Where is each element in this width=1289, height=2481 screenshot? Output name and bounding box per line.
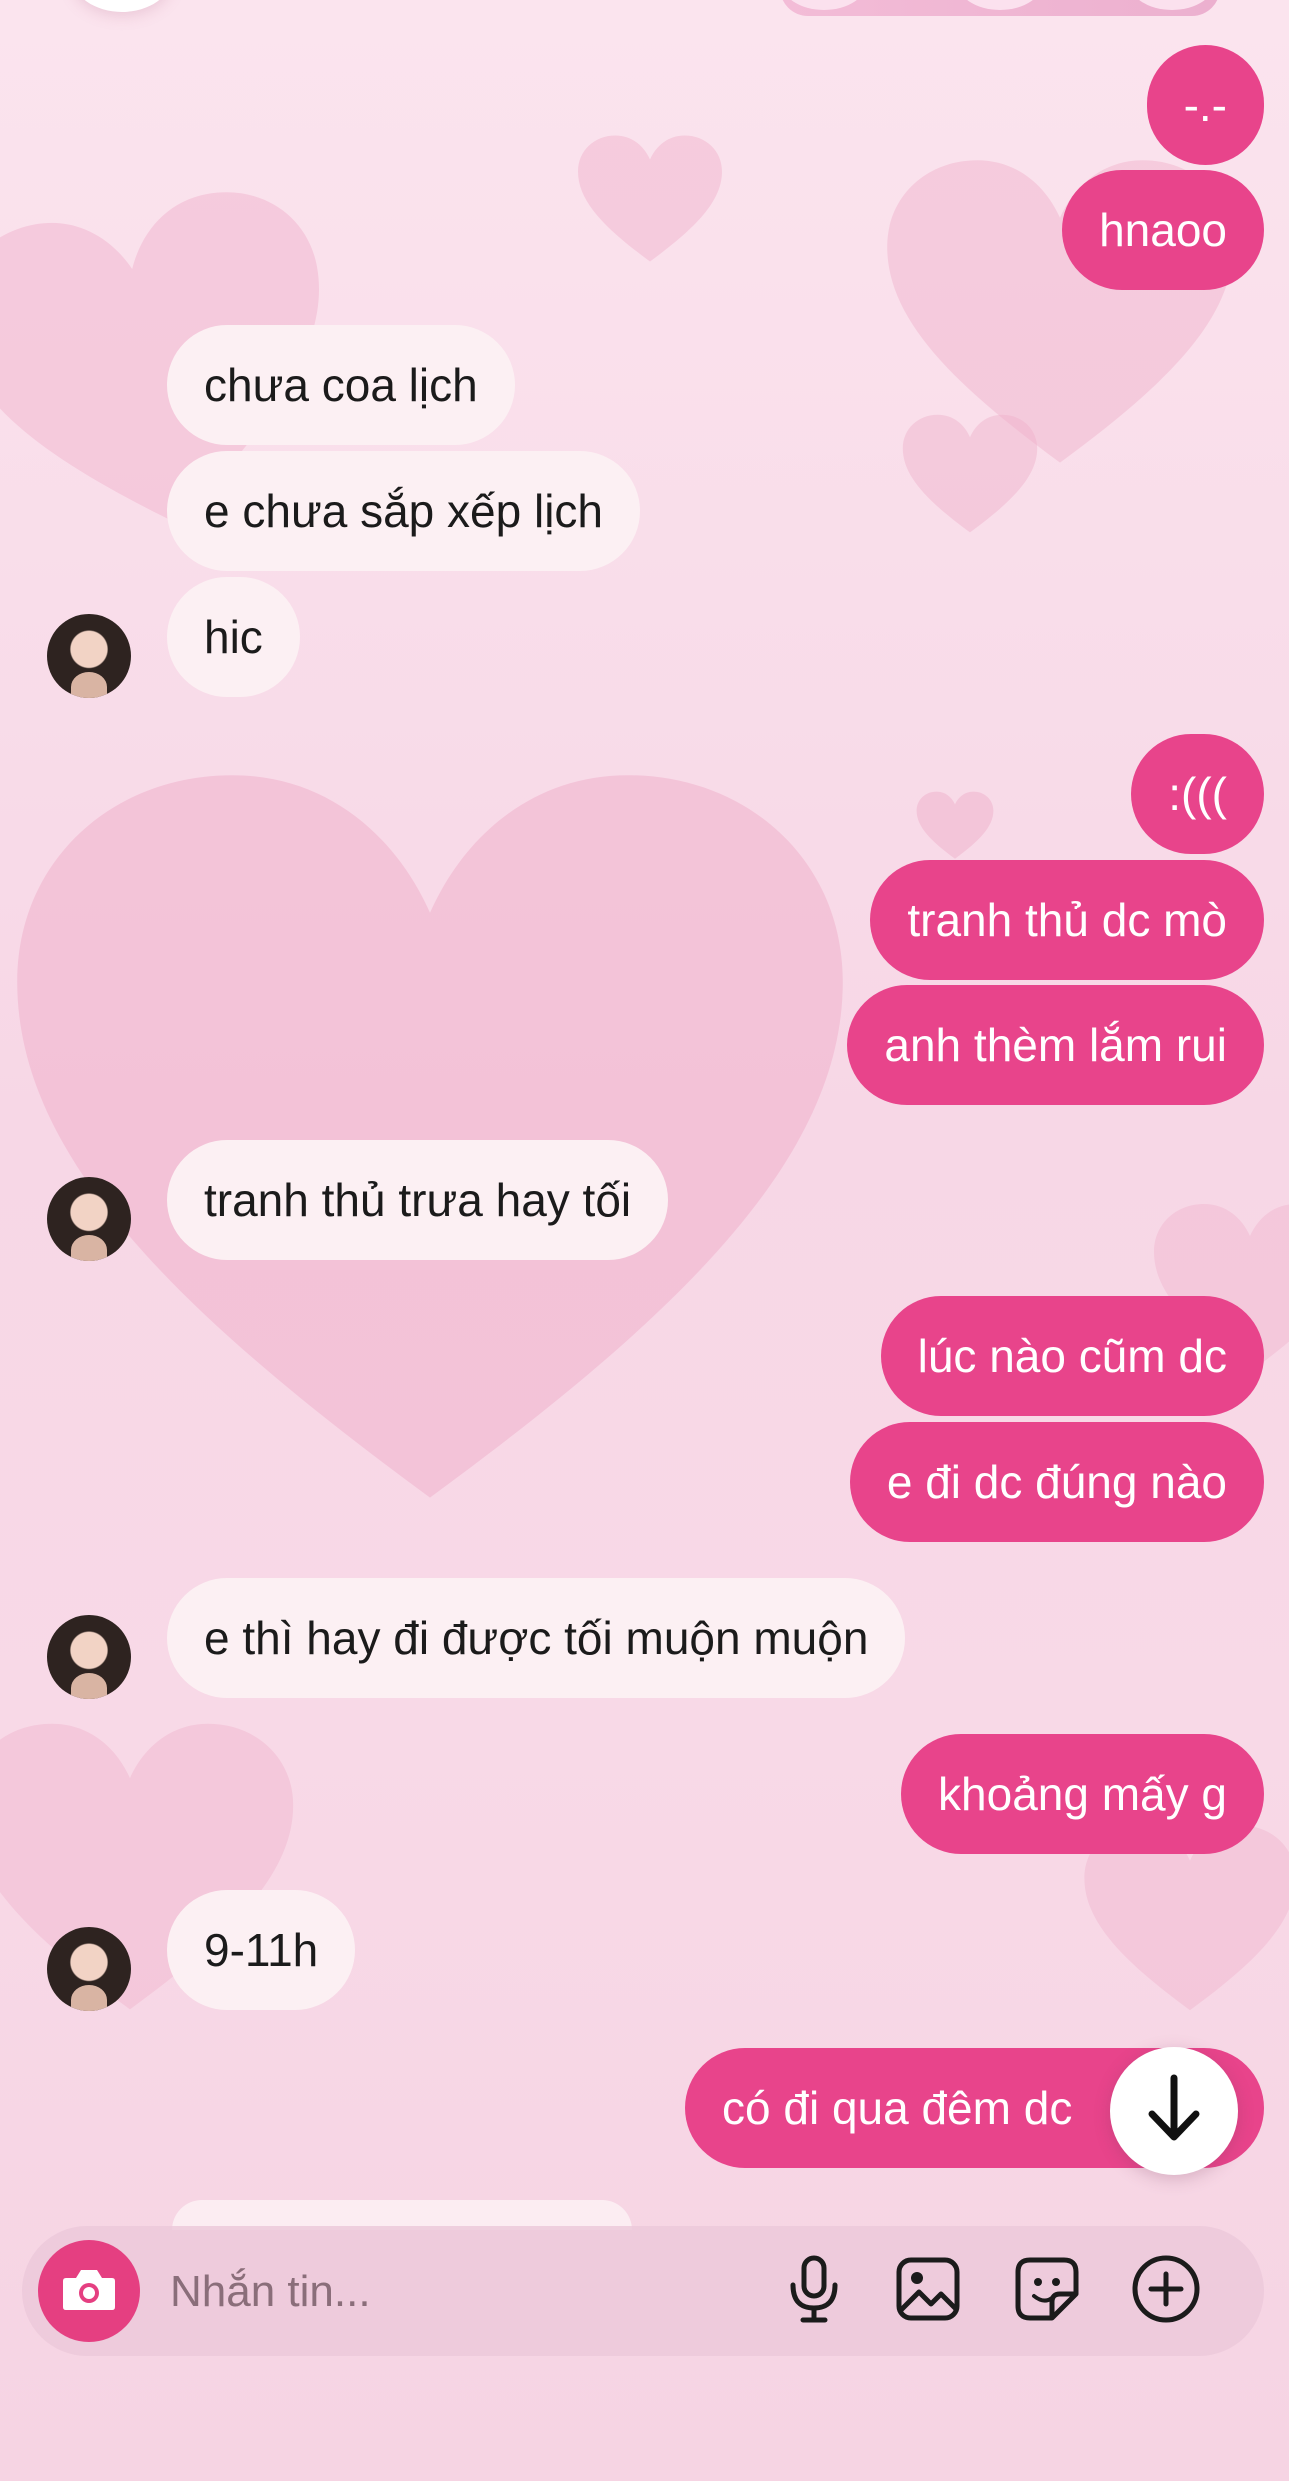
plus-circle-icon — [1131, 2254, 1201, 2329]
heart-decoration — [0, 1660, 300, 2080]
arrow-down-icon — [1146, 2074, 1202, 2149]
message-bubble-outgoing[interactable]: khoảng mấy g — [901, 1734, 1264, 1854]
sticker-button[interactable] — [1009, 2253, 1085, 2329]
message-text: hnaoo — [1099, 204, 1227, 256]
message-text: -.- — [1183, 79, 1227, 131]
message-text: 9-11h — [204, 1924, 319, 1976]
message-composer — [22, 2226, 1264, 2356]
more-button[interactable] — [1128, 2253, 1204, 2329]
message-bubble-outgoing[interactable]: lúc nào cũm dc — [880, 1296, 1264, 1416]
message-text: lúc nào cũm dc — [917, 1330, 1227, 1382]
gallery-button[interactable] — [890, 2253, 966, 2329]
sticker-icon — [1014, 2256, 1080, 2327]
message-bubble-outgoing[interactable]: hnaoo — [1062, 170, 1264, 290]
message-bubble-incoming[interactable]: e thì hay đi được tối muộn muộn — [167, 1578, 906, 1698]
info-button[interactable] — [1128, 0, 1216, 10]
message-bubble-incoming[interactable]: hic — [167, 577, 300, 697]
message-bubble-outgoing[interactable]: tranh thủ dc mò — [870, 860, 1264, 980]
scroll-to-bottom-button[interactable] — [1110, 2047, 1238, 2175]
avatar[interactable] — [47, 614, 131, 698]
message-input[interactable] — [168, 2251, 752, 2333]
camera-icon — [60, 2264, 118, 2319]
message-text: e thì hay đi được tối muộn muộn — [204, 1612, 869, 1664]
message-bubble-incoming[interactable]: tranh thủ trưa hay tối — [167, 1140, 669, 1260]
header-actions — [780, 0, 1220, 16]
camera-button[interactable] — [38, 2240, 140, 2342]
microphone-button[interactable] — [776, 2253, 852, 2329]
message-text: :((( — [1168, 768, 1227, 820]
heart-decoration — [900, 410, 1040, 540]
microphone-icon — [786, 2255, 842, 2328]
video-button[interactable] — [956, 0, 1044, 10]
heart-decoration — [915, 790, 995, 862]
message-text: có đi qua đêm dc — [722, 2082, 1073, 2134]
message-text: e đi dc đúng nào — [886, 1456, 1227, 1508]
message-text: hic — [204, 611, 263, 663]
avatar[interactable] — [47, 1615, 131, 1699]
message-bubble-outgoing[interactable]: anh thèm lắm rui — [847, 985, 1264, 1105]
call-button[interactable] — [780, 0, 868, 10]
message-bubble-outgoing[interactable]: :((( — [1131, 734, 1264, 854]
message-bubble-incoming[interactable]: chưa coa lịch — [167, 325, 515, 445]
message-text: tranh thủ trưa hay tối — [204, 1174, 632, 1226]
avatar[interactable] — [47, 1177, 131, 1261]
header-partial — [0, 0, 1289, 30]
message-text: e chưa sắp xếp lịch — [204, 485, 604, 537]
avatar[interactable] — [47, 1927, 131, 2011]
message-text: tranh thủ dc mò — [907, 894, 1227, 946]
message-bubble-outgoing[interactable]: e đi dc đúng nào — [849, 1422, 1264, 1542]
back-button[interactable] — [72, 0, 172, 12]
message-text: anh thèm lắm rui — [884, 1019, 1227, 1071]
message-bubble-incoming[interactable]: e chưa sắp xếp lịch — [167, 451, 641, 571]
message-bubble-outgoing[interactable]: -.- — [1146, 45, 1264, 165]
heart-decoration — [575, 130, 725, 270]
message-text: khoảng mấy g — [938, 1768, 1227, 1820]
message-bubble-incoming[interactable]: 9-11h — [167, 1890, 356, 2010]
message-text: chưa coa lịch — [204, 359, 478, 411]
image-icon — [895, 2256, 961, 2327]
